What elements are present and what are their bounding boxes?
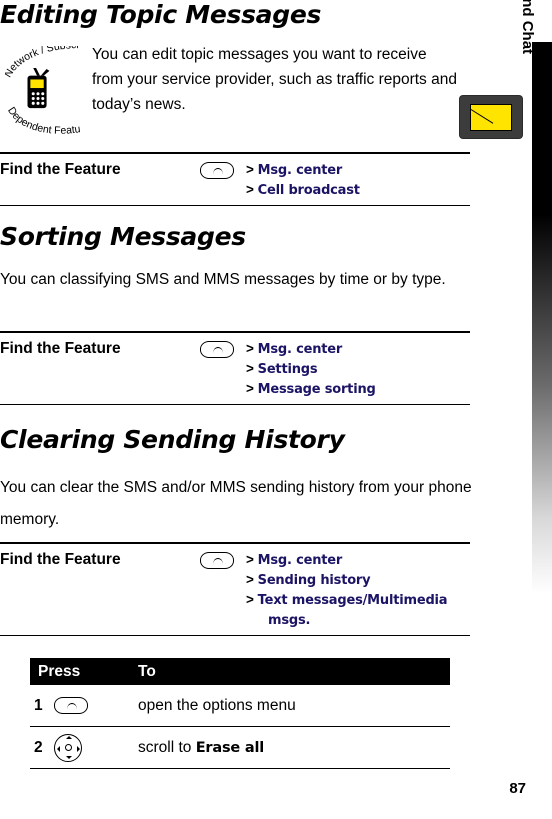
divider-bottom bbox=[0, 635, 470, 636]
feature-path-step: > Msg. center bbox=[246, 339, 470, 359]
find-the-feature-label: Find the Feature bbox=[0, 340, 121, 357]
feature-path-step: > Msg. center bbox=[246, 160, 470, 180]
feature-path-steps: > Msg. center > Cell broadcast bbox=[246, 158, 470, 200]
intro-text-editing: You can edit topic messages you want to … bbox=[92, 46, 457, 113]
table-row: 2 scroll to Erase all bbox=[30, 727, 450, 769]
column-header-press: Press bbox=[38, 662, 81, 680]
feature-path-steps: > Msg. center > Sending history > Text m… bbox=[246, 548, 470, 630]
feature-path-step: > Msg. center bbox=[246, 550, 470, 570]
step-value: msgs. bbox=[268, 613, 311, 628]
navigation-key-icon bbox=[54, 733, 138, 762]
menu-key-icon bbox=[54, 697, 138, 714]
step-value: Msg. center bbox=[257, 163, 343, 178]
divider-bottom bbox=[0, 205, 470, 206]
step-value: Settings bbox=[257, 362, 318, 377]
feature-path-step: > Settings bbox=[246, 359, 470, 379]
feature-path-step: > Text messages/Multimedia bbox=[246, 590, 470, 610]
step-value: Message sorting bbox=[257, 382, 376, 397]
page-title-editing-topic-messages: Editing Topic Messages bbox=[0, 0, 322, 29]
mobile-phone-glyph bbox=[27, 68, 50, 109]
find-the-feature-block-1: Find the Feature > Msg. center > Cell br… bbox=[0, 152, 470, 206]
step-value: Msg. center bbox=[257, 342, 343, 357]
step-description-text: scroll to bbox=[138, 738, 196, 756]
step-number: 2 bbox=[34, 738, 43, 756]
step-prefix: > bbox=[246, 592, 254, 607]
press-to-table: Press To 1 open the options menu 2 scrol… bbox=[30, 658, 450, 769]
step-prefix: > bbox=[246, 552, 254, 567]
step-prefix: > bbox=[246, 381, 254, 396]
envelope-inner bbox=[470, 104, 512, 131]
menu-key-icon bbox=[200, 548, 246, 569]
step-value: Sending history bbox=[257, 573, 371, 588]
feature-path-step: > Sending history bbox=[246, 570, 470, 590]
step-prefix: > bbox=[246, 341, 254, 356]
feature-path-steps: > Msg. center > Settings > Message sorti… bbox=[246, 337, 470, 399]
step-description: open the options menu bbox=[138, 696, 450, 716]
step-prefix: > bbox=[246, 162, 254, 177]
body-text-sorting: You can classifying SMS and MMS messages… bbox=[0, 271, 446, 288]
feature-path-step-continued: msgs. bbox=[246, 610, 470, 630]
body-text-clearing: You can clear the SMS and/or MMS sending… bbox=[0, 479, 472, 528]
step-prefix: > bbox=[246, 361, 254, 376]
step-value: Text messages/Multimedia bbox=[257, 593, 448, 608]
column-header-to: To bbox=[138, 662, 156, 680]
find-the-feature-block-2: Find the Feature > Msg. center > Setting… bbox=[0, 331, 470, 405]
step-description-text: open the options menu bbox=[138, 696, 296, 714]
phone-icon: Network / Subscription Dependent Feature bbox=[5, 46, 85, 134]
divider-bottom bbox=[0, 404, 470, 405]
step-description: scroll to Erase all bbox=[138, 738, 450, 758]
feature-path-step: > Cell broadcast bbox=[246, 180, 470, 200]
step-value: Cell broadcast bbox=[257, 183, 360, 198]
step-prefix: > bbox=[246, 182, 254, 197]
page-title-clearing-sending-history: Clearing Sending History bbox=[0, 425, 345, 454]
feature-path-step: > Message sorting bbox=[246, 379, 470, 399]
find-the-feature-label: Find the Feature bbox=[0, 161, 121, 178]
step-prefix: > bbox=[246, 572, 254, 587]
table-header-row: Press To bbox=[30, 658, 450, 685]
find-the-feature-block-3: Find the Feature > Msg. center > Sending… bbox=[0, 542, 470, 636]
table-row: 1 open the options menu bbox=[30, 685, 450, 727]
step-description-emphasis: Erase all bbox=[195, 739, 264, 756]
menu-key-icon bbox=[200, 158, 246, 179]
rail-gradient-bar bbox=[532, 214, 552, 594]
step-value: Msg. center bbox=[257, 553, 343, 568]
envelope-icon bbox=[460, 95, 552, 138]
step-number: 1 bbox=[34, 696, 43, 714]
find-the-feature-label: Find the Feature bbox=[0, 551, 121, 568]
menu-key-icon bbox=[200, 337, 246, 358]
page-title-sorting-messages: Sorting Messages bbox=[0, 222, 246, 251]
page-number: 87 bbox=[509, 780, 526, 797]
